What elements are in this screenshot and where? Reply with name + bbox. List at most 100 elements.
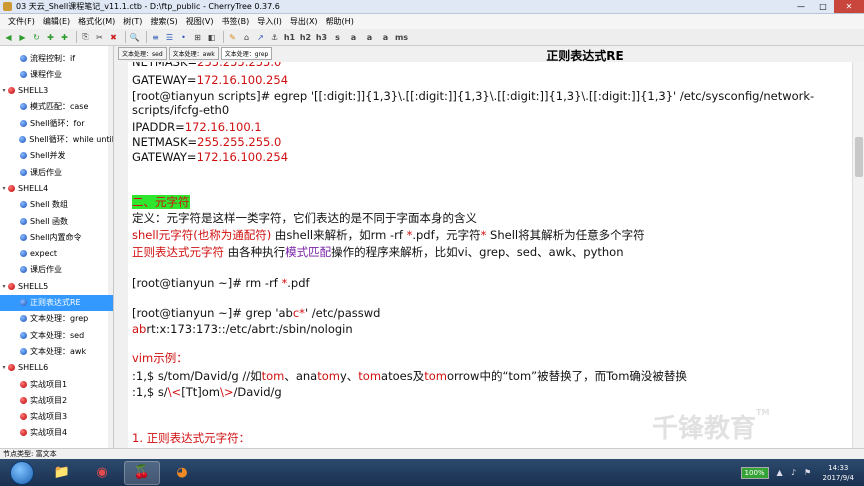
pen-icon[interactable]: ✎ (227, 32, 238, 43)
menu-item[interactable]: 搜索(S) (146, 16, 181, 27)
recent-node-tab[interactable]: 文本处理：awk (168, 47, 219, 60)
delete-icon[interactable]: ✖ (108, 32, 119, 43)
menu-item[interactable]: 书签(B) (217, 16, 253, 27)
tree-node[interactable]: ▾ SHELL6 (0, 360, 113, 376)
cherrytree-icon[interactable]: 🍒 (124, 460, 160, 485)
editor-line: 1. 正则表达式元字符： (132, 432, 250, 445)
back-icon[interactable]: ◀ (3, 32, 14, 43)
menu-item[interactable]: 格式化(M) (74, 16, 119, 27)
tree-node[interactable]: 课后作业 (0, 164, 113, 180)
tree-node[interactable]: 实战项目1 (0, 376, 113, 392)
tree-node-label: 课后作业 (30, 167, 62, 177)
table-icon[interactable]: ⊞ (192, 32, 203, 43)
format-button[interactable]: s (331, 32, 344, 43)
format-button[interactable]: a (379, 32, 392, 43)
start-button[interactable] (10, 460, 34, 485)
node-bullet-icon (20, 396, 27, 404)
tree-node[interactable]: ▾ SHELL3 (0, 83, 113, 99)
tree-node[interactable]: 正则表达式RE (0, 294, 113, 311)
tree-node[interactable]: Shell 数组 (0, 197, 113, 213)
format-button[interactable]: ms (395, 32, 408, 43)
close-button[interactable]: ✕ (834, 0, 864, 13)
format-button[interactable]: a (347, 32, 360, 43)
copy-icon[interactable]: ⎘ (80, 32, 91, 43)
forward-icon[interactable]: ▶ (17, 32, 28, 43)
menu-item[interactable]: 树(T) (119, 16, 146, 27)
app-icon[interactable]: ◉ (84, 461, 120, 485)
watermark-tm: TM (756, 408, 770, 417)
expander-icon[interactable]: ▾ (0, 87, 8, 94)
menu-item[interactable]: 导入(I) (253, 16, 286, 27)
format-button[interactable]: h2 (299, 32, 312, 43)
explorer-icon[interactable]: 📁 (44, 461, 80, 485)
format-button[interactable]: h1 (283, 32, 296, 43)
clock[interactable]: 14:33 2017/9/4 (823, 463, 854, 483)
editor-line: IPADDR=172.16.100.1 (132, 121, 262, 134)
menu-item[interactable]: 帮助(H) (322, 16, 358, 27)
recent-node-tab[interactable]: 文本处理：grep (220, 47, 273, 60)
tree-node[interactable]: 实战项目3 (0, 409, 113, 425)
anchor-icon[interactable]: ⚓ (269, 32, 280, 43)
text-run: 1. 正则表达式元字符： (132, 431, 251, 445)
bullet-icon[interactable]: • (178, 32, 189, 43)
node-bullet-icon (8, 364, 15, 372)
editor-scrollbar[interactable] (852, 62, 864, 448)
tree-node[interactable]: ▾ SHELL5 (0, 278, 113, 294)
node-bullet-icon (20, 380, 27, 388)
tree-node[interactable]: 流程控制：if (0, 50, 113, 66)
node-tree: 流程控制：if 课程作业 ▾ SHELL3 模式匹配：case Shell循环：for Sh… (0, 46, 114, 448)
tree-node[interactable]: 文本处理：grep (0, 311, 113, 327)
flag-icon[interactable]: ⚑ (803, 468, 813, 478)
maximize-button[interactable]: □ (812, 0, 834, 13)
tree-node[interactable]: 文本处理：awk (0, 343, 113, 359)
text-run: 172.16.100.254 (196, 73, 289, 87)
battery-indicator[interactable]: 100% (740, 466, 769, 479)
expander-icon[interactable]: ▾ (0, 283, 8, 290)
tree-node[interactable]: ▾ SHELL4 (0, 180, 113, 196)
menu-item[interactable]: 视图(V) (182, 16, 218, 27)
expander-icon[interactable]: ▾ (0, 185, 8, 192)
cut-icon[interactable]: ✂ (94, 32, 105, 43)
tree-node[interactable]: Shell并发 (0, 148, 113, 164)
tree-node[interactable]: 文本处理：sed (0, 327, 113, 343)
image-icon[interactable]: ◧ (206, 32, 217, 43)
tree-node[interactable]: Shell循环：for (0, 115, 113, 131)
tree-node[interactable]: Shell内置命令 (0, 229, 113, 245)
tree-node[interactable]: expect (0, 246, 113, 262)
tree-node[interactable]: Shell 函数 (0, 213, 113, 229)
node-bullet-icon (20, 152, 27, 160)
home-icon[interactable]: ⌂ (241, 32, 252, 43)
add-node-icon[interactable]: ✚ (45, 32, 56, 43)
toolbar-separator (146, 31, 147, 43)
search-icon[interactable]: 🔍 (129, 32, 140, 43)
tree-node[interactable]: 实战项目4 (0, 425, 113, 441)
network-icon[interactable]: ▲ (775, 468, 785, 478)
rich-text-editor[interactable]: NETMASK=255.255.255.0 GATEWAY=172.16.100.… (128, 62, 852, 448)
minimize-button[interactable]: — (790, 0, 812, 13)
menu-item[interactable]: 导出(X) (286, 16, 322, 27)
recent-node-tab[interactable]: 文本处理：sed (118, 47, 167, 60)
tree-node[interactable]: 实战项目2 (0, 392, 113, 408)
refresh-icon[interactable]: ↻ (31, 32, 42, 43)
tree-node[interactable]: 课后作业 (0, 262, 113, 278)
list-icon[interactable]: ≡ (150, 32, 161, 43)
scrollbar-thumb[interactable] (855, 137, 863, 177)
text-run: \> (219, 385, 234, 399)
tree-node-label: Shell 函数 (30, 216, 69, 226)
firefox-icon[interactable]: ◕ (164, 461, 200, 485)
volume-icon[interactable]: ♪ (789, 468, 799, 478)
tree-node[interactable]: Shell循环：while until (0, 132, 113, 148)
list2-icon[interactable]: ☰ (164, 32, 175, 43)
add-subnode-icon[interactable]: ✚ (59, 32, 70, 43)
tree-node[interactable]: 模式匹配：case (0, 99, 113, 115)
menu-item[interactable]: 文件(F) (4, 16, 39, 27)
format-button[interactable]: h3 (315, 32, 328, 43)
tree-node[interactable]: 课程作业 (0, 66, 113, 82)
menu-item[interactable]: 编辑(E) (39, 16, 74, 27)
text-run: tom (317, 369, 340, 383)
format-button[interactable]: a (363, 32, 376, 43)
node-bullet-icon (20, 70, 27, 78)
tree-node-label: 文本处理：sed (30, 330, 85, 340)
expander-icon[interactable]: ▾ (0, 364, 8, 371)
link-icon[interactable]: ↗ (255, 32, 266, 43)
